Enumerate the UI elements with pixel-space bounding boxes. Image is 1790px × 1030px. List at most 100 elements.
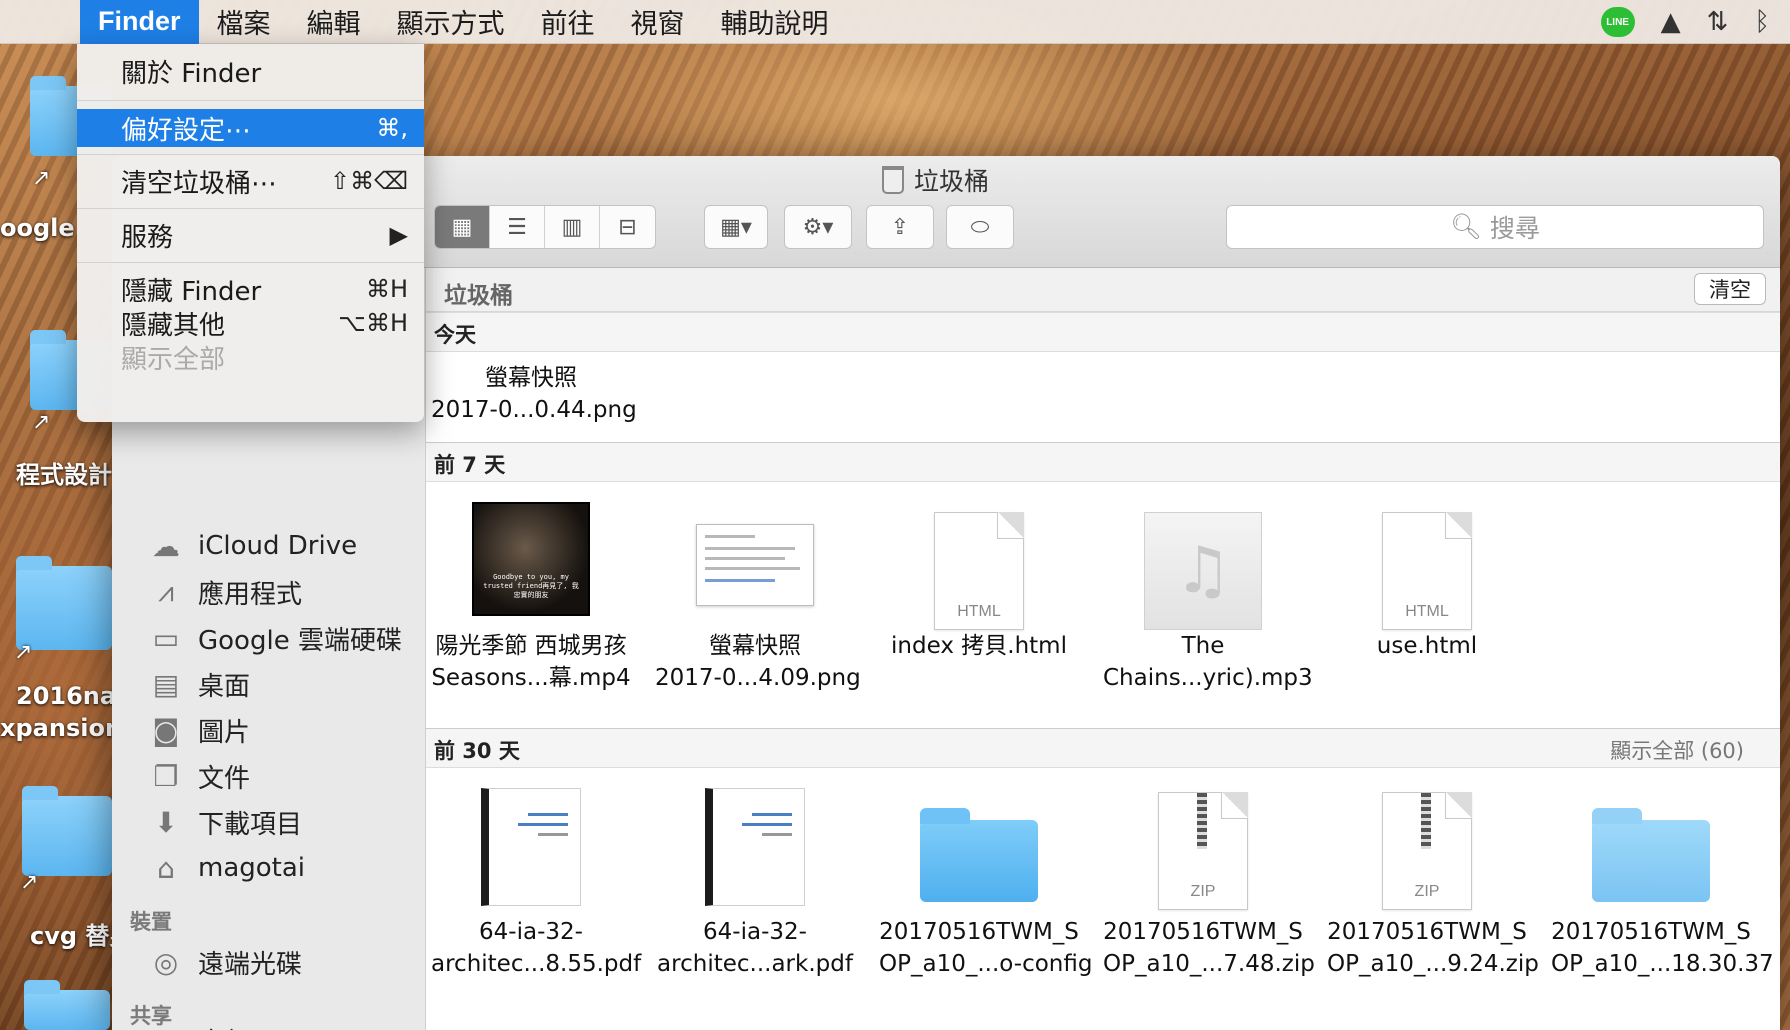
file-name-line1: 螢幕快照 (709, 633, 801, 659)
file-item[interactable]: ZIP 20170516TWM_S OP_a10_...7.48.zip (1103, 788, 1315, 980)
google-drive-icon[interactable]: ▲ (1661, 7, 1681, 37)
sidebar-item-applications[interactable]: ⩘ 應用程式 (148, 572, 302, 612)
file-item[interactable]: HTML use.html (1327, 502, 1527, 662)
menu-window[interactable]: 視窗 (613, 0, 703, 44)
menu-item-empty-trash[interactable]: 清空垃圾桶⋯ ⇧⌘⌫ (77, 162, 424, 200)
path-bar: 垃圾桶 清空 (426, 268, 1780, 312)
file-item[interactable]: Goodbye to you, my trusted friend再見了, 我忠… (431, 502, 631, 694)
file-item[interactable]: ♫ The Chains...yric).mp3 (1103, 502, 1313, 694)
file-name-line1: 64-ia-32- (703, 919, 807, 945)
list-view-button[interactable]: ☰ (490, 206, 545, 248)
tag-button[interactable]: ⬭ (946, 205, 1014, 249)
desktop-folder-bottom[interactable] (24, 980, 110, 1030)
alias-arrow-icon: ↗ (32, 166, 51, 191)
menu-file[interactable]: 檔案 (199, 0, 289, 44)
sidebar-item-downloads[interactable]: ⬇ 下載項目 (148, 802, 302, 842)
sync-arrows-icon[interactable]: ⇅ (1707, 7, 1729, 37)
sidebar-item-label: 全部⋯ (198, 1022, 276, 1030)
show-all-link[interactable]: 顯示全部 (60) (1610, 735, 1744, 765)
file-name-line2: OP_a10_...9.24.zip (1327, 951, 1539, 977)
sidebar-item-pictures[interactable]: ◙ 圖片 (148, 710, 250, 750)
desktop-folder-cvg[interactable] (22, 786, 112, 876)
menu-view[interactable]: 顯示方式 (379, 0, 523, 44)
apple-menu-icon[interactable] (0, 0, 80, 44)
sidebar-item-icloud[interactable]: ☁ iCloud Drive (148, 526, 357, 566)
file-name-line1: 64-ia-32- (479, 919, 583, 945)
file-item[interactable]: 螢幕快照 2017-0...4.09.png (655, 502, 861, 694)
desktop-label-expansion[interactable]: xpansion (0, 714, 122, 742)
icon-view-button[interactable]: ▦ (435, 206, 490, 248)
section-header-today: 今天 (426, 312, 1780, 352)
file-extension-label: HTML (957, 603, 1001, 620)
network-icon: ◍ (148, 1024, 184, 1030)
desktop-icon: ▤ (152, 667, 180, 701)
desktop-label-programming[interactable]: 程式設計 (16, 455, 112, 490)
file-name-line1: 陽光季節 西城男孩 (435, 633, 627, 659)
column-view-button[interactable]: ▥ (545, 206, 600, 248)
file-name-line1: The (1181, 633, 1225, 659)
music-note-icon: ♫ (1144, 512, 1262, 630)
file-extension-label: HTML (1405, 603, 1449, 620)
sidebar-heading-devices: 裝置 (130, 910, 172, 934)
menu-separator (77, 154, 424, 155)
menu-item-about-finder[interactable]: 關於 Finder (77, 52, 424, 90)
file-name-line2: Seasons...幕.mp4 (431, 665, 631, 691)
search-placeholder: 搜尋 (1489, 214, 1540, 243)
section-header-month: 前 30 天 顯示全部 (60) (426, 728, 1780, 768)
file-name-line1: index 拷貝.html (891, 633, 1067, 659)
file-name-line1: 20170516TWM_S (1551, 919, 1751, 945)
sidebar-item-shared-all[interactable]: ◍ 全部⋯ (148, 1020, 276, 1030)
menu-go[interactable]: 前往 (523, 0, 613, 44)
file-item[interactable]: 20170516TWM_S OP_a10_...18.30.37 (1551, 788, 1774, 980)
window-title: 垃圾桶 (882, 162, 989, 198)
documents-icon: ❐ (153, 759, 179, 793)
arrange-button[interactable]: ▦▾ (704, 205, 768, 249)
menu-bar: Finder 檔案 編輯 顯示方式 前往 視窗 輔助說明 LINE ▲ ⇅ ᛒ (0, 0, 1790, 44)
file-item[interactable]: 64-ia-32- architec...ark.pdf (655, 788, 855, 980)
share-button[interactable]: ⇪ (866, 205, 934, 249)
video-caption: Goodbye to you, my trusted friend再見了, 我忠… (483, 573, 579, 599)
sidebar-item-desktop[interactable]: ▤ 桌面 (148, 664, 250, 704)
zip-archive-icon: ZIP (1158, 792, 1248, 910)
menu-separator (77, 100, 424, 101)
file-item[interactable]: 64-ia-32- architec...8.55.pdf (431, 788, 641, 980)
menu-item-hide-others[interactable]: 隱藏其他 ⌥⌘H (77, 304, 424, 342)
sidebar-item-remote-disc[interactable]: ◎ 遠端光碟 (148, 942, 302, 982)
empty-trash-button[interactable]: 清空 (1694, 273, 1766, 305)
sidebar-item-documents[interactable]: ❐ 文件 (148, 756, 250, 796)
coverflow-view-button[interactable]: ⊟ (600, 206, 655, 248)
file-item[interactable]: HTML index 拷貝.html (879, 502, 1079, 662)
sidebar-item-google-drive[interactable]: ▭ Google 雲端硬碟 (148, 618, 402, 658)
sidebar-item-label: magotai (198, 853, 306, 883)
menu-item-services[interactable]: 服務 ▶ (77, 216, 424, 254)
menu-finder[interactable]: Finder (80, 0, 199, 44)
file-item[interactable]: 20170516TWM_S OP_a10_...o-config (879, 788, 1092, 980)
menu-item-show-all: 顯示全部 (77, 338, 424, 376)
menu-item-label: 關於 Finder (121, 58, 262, 89)
menu-item-label: 服務 (121, 222, 174, 253)
bluetooth-icon[interactable]: ᛒ (1754, 7, 1770, 37)
menu-item-hide-finder[interactable]: 隱藏 Finder ⌘H (77, 270, 424, 308)
menu-edit[interactable]: 編輯 (289, 0, 379, 44)
shortcut-label: ⇧⌘⌫ (329, 167, 408, 195)
search-input[interactable]: 🔍︎ 搜尋 (1226, 205, 1764, 249)
file-browser: 垃圾桶 清空 今天 螢幕快照 2017-0...0.44.png 前 7 天 G… (426, 268, 1780, 1030)
menu-item-preferences[interactable]: 偏好設定⋯ ⌘, (77, 109, 424, 147)
desktop-folder-2016nap[interactable] (16, 556, 112, 650)
file-item[interactable]: 螢幕快照 2017-0...0.44.png (431, 362, 637, 426)
menu-item-label: 隱藏 Finder (121, 276, 262, 307)
file-name-line1: 20170516TWM_S (879, 919, 1079, 945)
sidebar-item-home[interactable]: ⌂ magotai (148, 848, 305, 888)
file-name-line2: Chains...yric).mp3 (1103, 665, 1313, 691)
desktop-label-google[interactable]: oogle (0, 214, 75, 242)
sidebar-item-label: 下載項目 (198, 809, 303, 840)
menu-item-label: 清空垃圾桶⋯ (121, 168, 278, 199)
line-app-icon[interactable]: LINE (1600, 7, 1635, 37)
file-name-line2: 2017-0...4.09.png (655, 665, 861, 691)
menu-item-label: 隱藏其他 (121, 310, 226, 341)
section-header-week: 前 7 天 (426, 442, 1780, 482)
action-gear-button[interactable]: ⚙▾ (784, 205, 852, 249)
status-area: LINE ▲ ⇅ ᛒ (1600, 0, 1770, 44)
menu-help[interactable]: 輔助說明 (703, 0, 847, 44)
file-item[interactable]: ZIP 20170516TWM_S OP_a10_...9.24.zip (1327, 788, 1539, 980)
